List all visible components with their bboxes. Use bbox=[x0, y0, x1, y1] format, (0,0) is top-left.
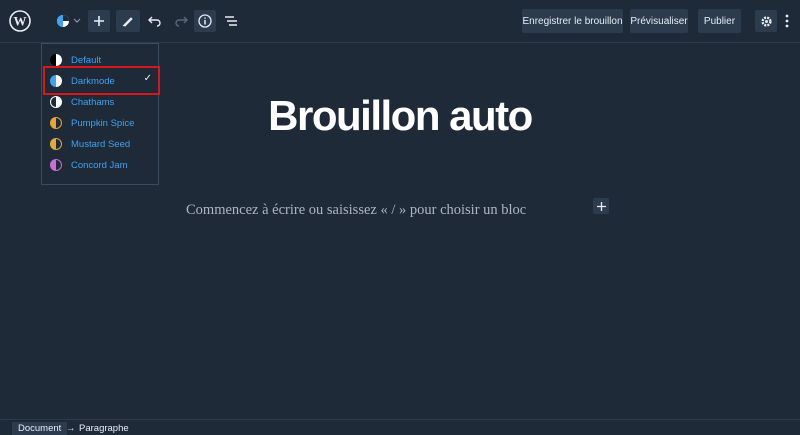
svg-text:W: W bbox=[14, 14, 27, 29]
list-view-icon[interactable] bbox=[220, 10, 242, 32]
breadcrumb-arrow: → bbox=[66, 423, 76, 434]
preview-button[interactable]: Prévisualiser bbox=[630, 9, 688, 33]
vertical-ellipsis-icon[interactable] bbox=[780, 10, 794, 32]
undo-icon[interactable] bbox=[144, 10, 166, 32]
top-toolbar: W Enregistrer le brouillon Prévisualiser… bbox=[0, 0, 800, 43]
style-switcher-icon[interactable] bbox=[56, 10, 84, 32]
inline-add-block-icon[interactable] bbox=[593, 198, 609, 214]
save-draft-button[interactable]: Enregistrer le brouillon bbox=[522, 9, 623, 33]
theme-option-label: Concord Jam bbox=[71, 159, 128, 171]
theme-swatch-icon bbox=[50, 54, 62, 66]
theme-swatch-icon bbox=[50, 159, 62, 171]
theme-option-label: Default bbox=[71, 54, 102, 66]
block-placeholder[interactable]: Commencez à écrire ou saisissez « / » po… bbox=[186, 202, 526, 219]
redo-icon[interactable] bbox=[170, 10, 192, 32]
breadcrumb: Document → Paragraphe bbox=[0, 419, 800, 435]
theme-option-label: Mustard Seed bbox=[71, 138, 131, 150]
breadcrumb-paragraph[interactable]: Paragraphe bbox=[79, 422, 129, 435]
theme-option-concord-jam[interactable]: Concord Jam bbox=[50, 157, 158, 173]
post-title[interactable]: Brouillon auto bbox=[0, 92, 800, 140]
edit-tool-icon[interactable] bbox=[116, 10, 140, 32]
add-block-icon[interactable] bbox=[88, 10, 110, 32]
gear-icon[interactable] bbox=[755, 10, 777, 32]
publish-button[interactable]: Publier bbox=[698, 9, 741, 33]
breadcrumb-document[interactable]: Document bbox=[12, 422, 68, 435]
wordpress-logo[interactable]: W bbox=[9, 10, 31, 32]
highlight-box bbox=[43, 66, 160, 95]
info-icon[interactable] bbox=[194, 10, 216, 32]
